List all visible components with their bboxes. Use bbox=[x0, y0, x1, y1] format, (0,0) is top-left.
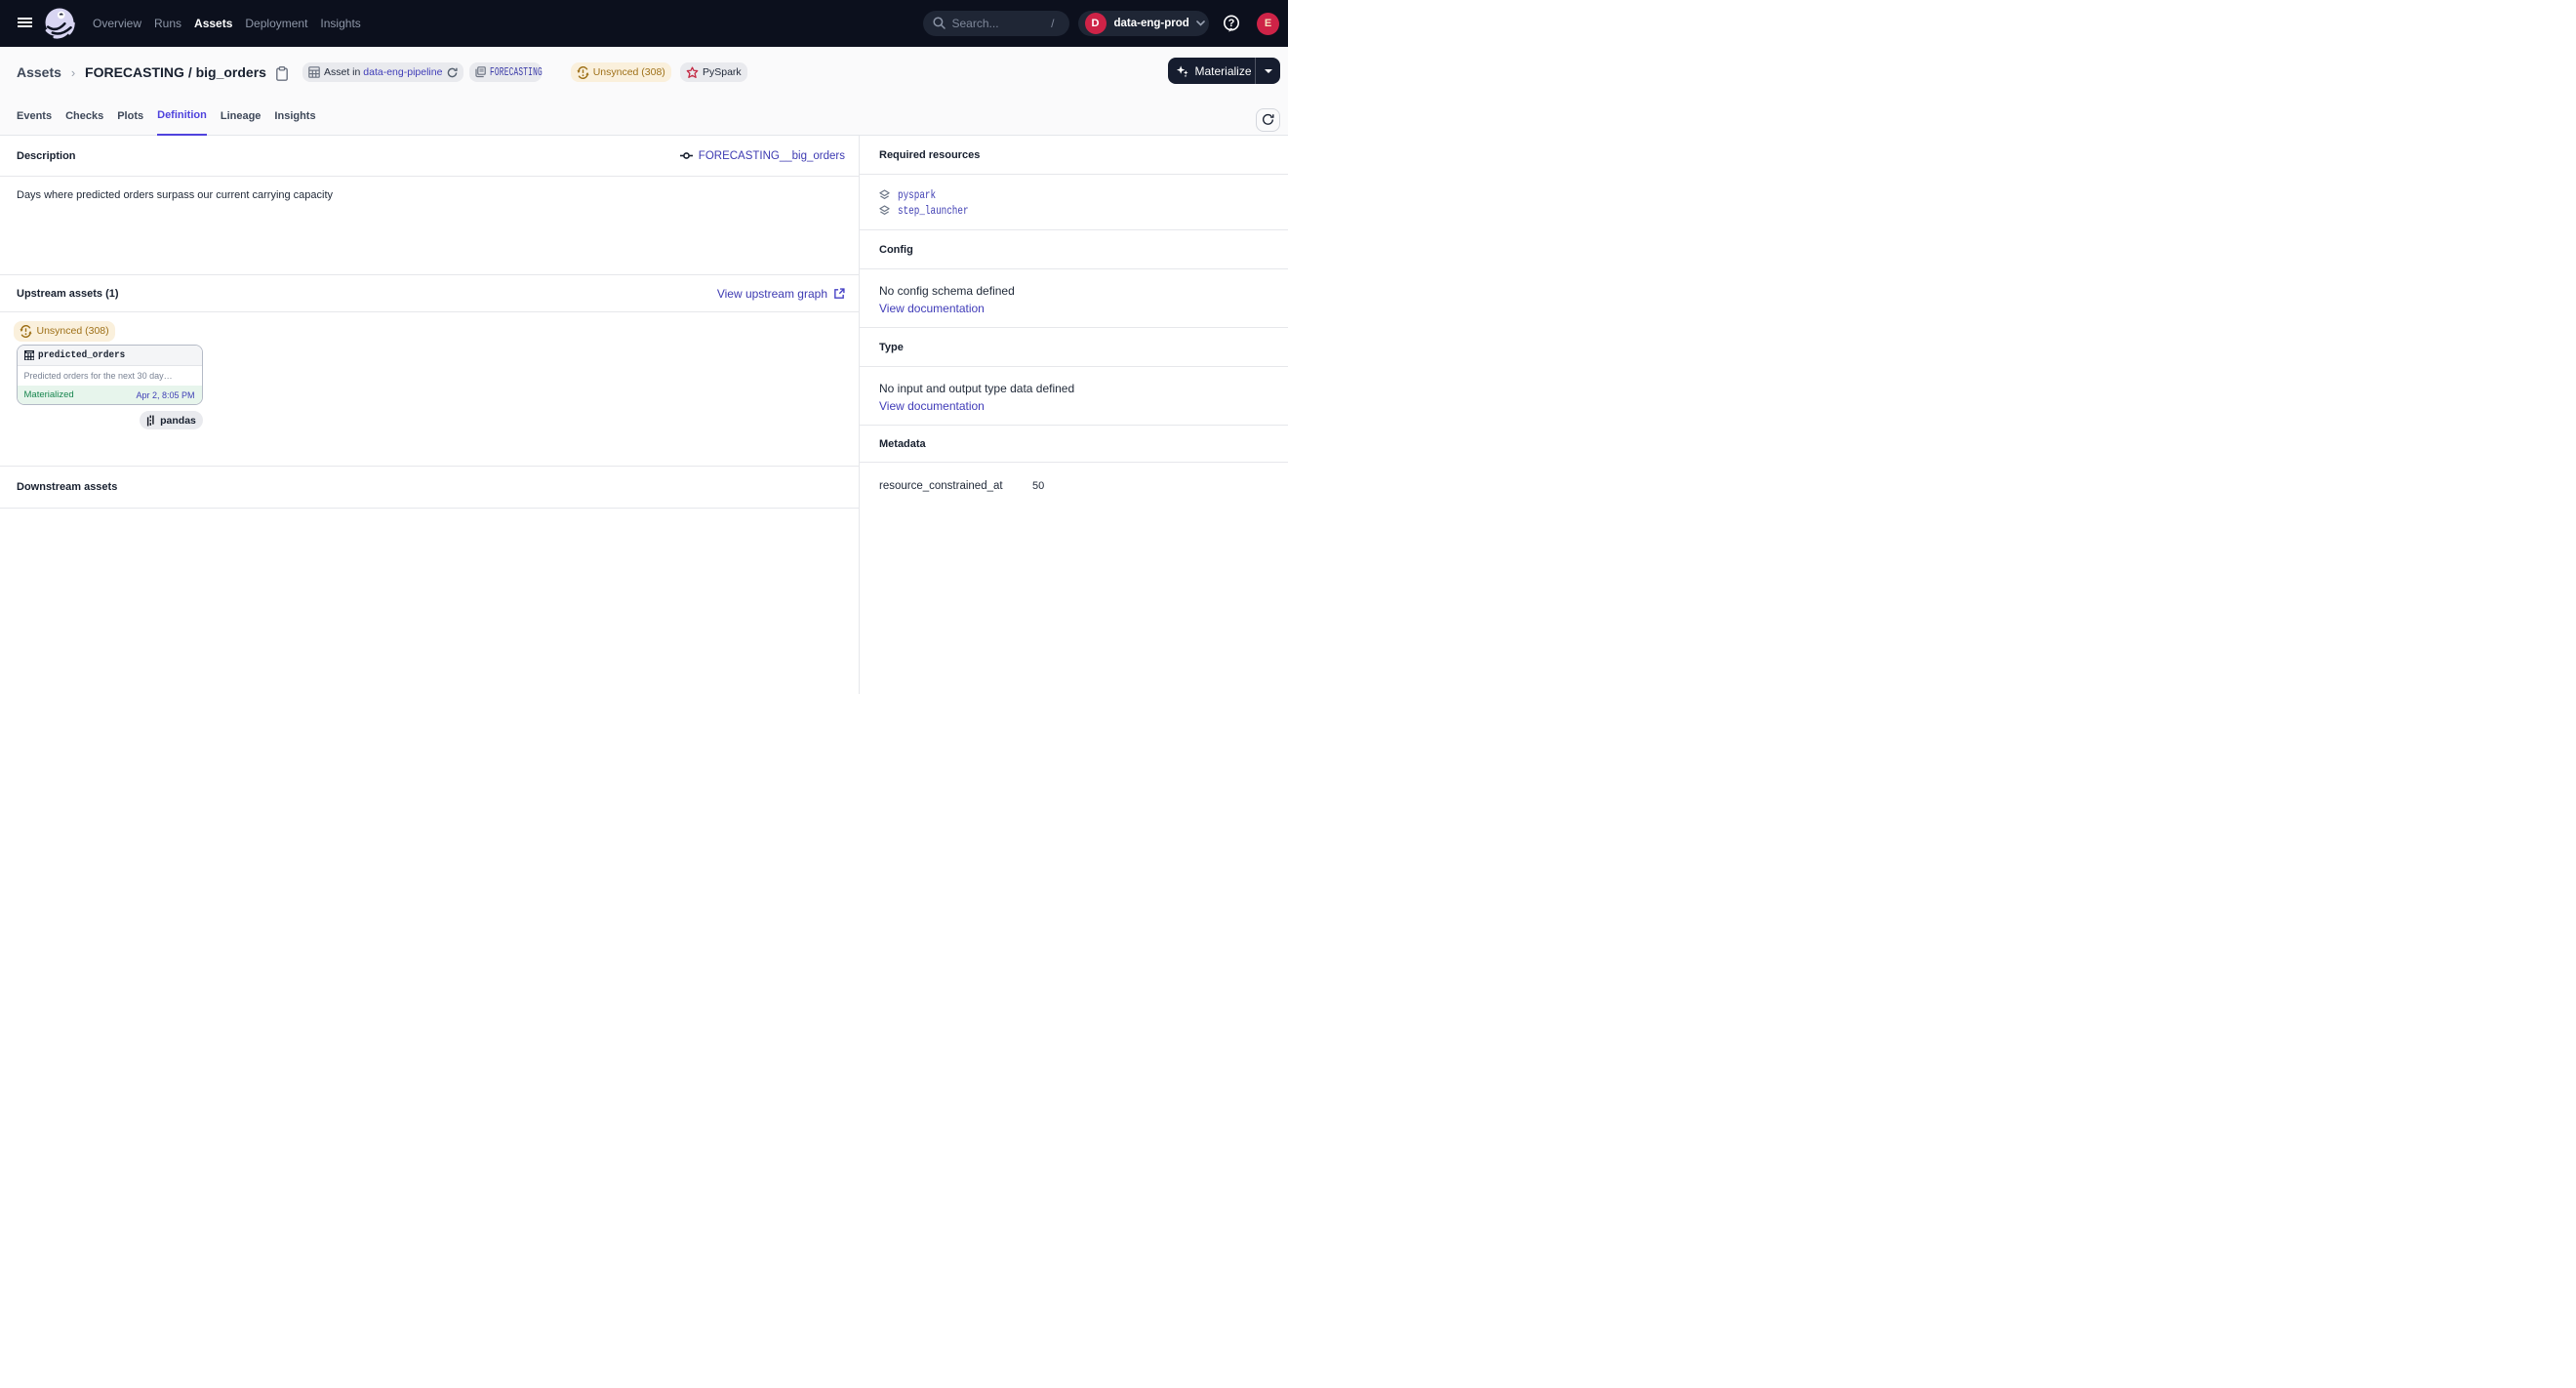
svg-text:?: ? bbox=[1228, 18, 1235, 29]
